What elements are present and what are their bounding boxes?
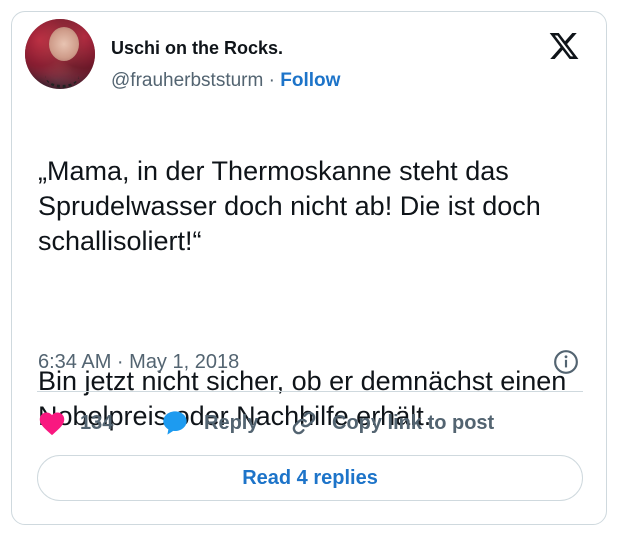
reply-label: Reply [204, 412, 259, 434]
author-display-name[interactable]: Uschi on the Rocks. [111, 37, 283, 59]
copy-link-button[interactable]: Copy link to post [290, 408, 494, 438]
divider [37, 391, 583, 392]
info-icon[interactable] [553, 349, 579, 375]
like-button[interactable]: 134 [38, 408, 113, 438]
heart-icon [39, 412, 65, 436]
handle-separator: · [263, 70, 281, 91]
avatar[interactable] [25, 19, 95, 89]
follow-link[interactable]: Follow [280, 70, 340, 91]
tweet-paragraph-1: „Mama, in der Thermoskanne steht das Spr… [38, 156, 541, 256]
author-handle-line: @frauherbststurm · Follow [111, 69, 340, 93]
read-replies-label: Read 4 replies [242, 466, 378, 489]
avatar-face [49, 27, 79, 61]
read-replies-button[interactable]: Read 4 replies [37, 455, 583, 501]
copy-link-label: Copy link to post [332, 412, 495, 434]
x-logo-icon[interactable] [548, 30, 580, 62]
author-handle[interactable]: @frauherbststurm [111, 70, 263, 91]
speech-bubble-icon [163, 411, 187, 435]
reply-button[interactable]: Reply [160, 408, 258, 438]
link-icon [292, 411, 316, 435]
avatar-necklace [45, 63, 79, 88]
like-count: 134 [80, 412, 114, 434]
tweet-paragraph-spacer [38, 294, 598, 329]
tweet-timestamp[interactable]: 6:34 AM · May 1, 2018 [38, 349, 239, 375]
